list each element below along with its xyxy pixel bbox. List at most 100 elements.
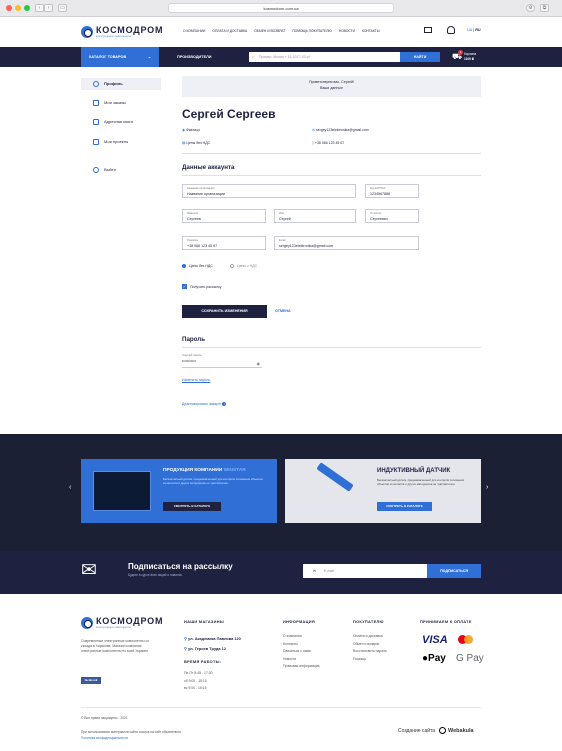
password-section-title: Пароль bbox=[182, 336, 206, 343]
email-field[interactable]: Email sergey123elektronika@gmail.com bbox=[274, 236, 419, 250]
sidebar-item-orders[interactable]: Мои заказы bbox=[81, 97, 161, 109]
forward-icon[interactable]: › bbox=[44, 4, 53, 12]
subscribe-subtitle: Будьте в курсе всех акций и новинок bbox=[128, 573, 182, 577]
first-name-field[interactable]: Имя Сергей bbox=[274, 209, 356, 223]
footer-link[interactable]: Контакты bbox=[283, 641, 320, 649]
promo-card-sensor[interactable]: ИНДУКТИВНЫЙ ДАТЧИК Бесконтактный датчик,… bbox=[285, 459, 481, 523]
subscribe-email-input[interactable]: ✉ E-mail bbox=[303, 564, 427, 578]
nav-help[interactable]: ПОМОЩЬ ПОКУПАТЕЛЮ bbox=[292, 29, 331, 33]
address-bar[interactable]: kosmodrom.com.ua bbox=[168, 3, 394, 13]
surname-field[interactable]: Фамилия Сергеев bbox=[182, 209, 266, 223]
cancel-button[interactable]: ОТМЕНА bbox=[275, 305, 291, 318]
sidebar-item-logout[interactable]: Выйти bbox=[81, 164, 161, 176]
facebook-link[interactable]: facebook bbox=[81, 677, 101, 684]
sensor-image bbox=[316, 462, 354, 492]
share-icon[interactable]: ⧉ bbox=[540, 4, 549, 12]
current-password-field[interactable]: Текущий пароль ••••••••••• ◉ bbox=[182, 354, 262, 368]
account-section-title: Данные аккаунта bbox=[182, 164, 235, 171]
logo-name: КОСМОДРОМ bbox=[96, 25, 164, 35]
mail-icon: ✉ bbox=[313, 569, 316, 573]
footer-logo[interactable]: КОСМОДРОМ электронные компоненты bbox=[81, 616, 163, 629]
logo[interactable]: КОСМОДРОМ электронные компоненты bbox=[81, 25, 163, 38]
producers-link[interactable]: ПРОИЗВОДИТЕЛИ bbox=[177, 47, 212, 67]
catalog-button[interactable]: КАТАЛОГ ТОВАРОВ ⌄ bbox=[81, 47, 159, 67]
divider bbox=[182, 175, 481, 176]
change-password-link[interactable]: Изменить пароль bbox=[182, 378, 210, 382]
envelope-icon: ✉ bbox=[81, 560, 97, 581]
sidebar-item-addresses[interactable]: Адресная книга bbox=[81, 116, 161, 128]
patronymic-field[interactable]: Отчество Сергеевич bbox=[365, 209, 419, 223]
search-input[interactable]: ⌕ Пример: Murata + 15-1007-101pf bbox=[249, 52, 400, 62]
hours-title: ВРЕМЯ РАБОТЫ: bbox=[184, 659, 222, 664]
promo-right-button[interactable]: СМОТРЕТЬ В КАТАЛОГЕ bbox=[377, 502, 432, 511]
address-book-icon bbox=[93, 119, 99, 125]
nav-news[interactable]: НОВОСТИ bbox=[339, 29, 355, 33]
org-name-field[interactable]: Название организации Название организации bbox=[182, 184, 356, 198]
maximize-window-icon[interactable] bbox=[24, 5, 30, 11]
deactivate-account-link[interactable]: Деактивировать аккаунт i bbox=[182, 402, 227, 406]
settings-icon[interactable]: ⚙ bbox=[526, 4, 535, 12]
search-button[interactable]: НАЙТИ bbox=[400, 52, 440, 62]
chevron-down-icon: ⌄ bbox=[147, 55, 151, 59]
subscribe-title: Подписаться на рассылку bbox=[128, 562, 233, 571]
developer-credit[interactable]: Создание сайта Webakula bbox=[398, 727, 474, 734]
nav-payment[interactable]: ОПЛАТА И ДОСТАВКА bbox=[212, 29, 247, 33]
visa-logo: VISA bbox=[422, 634, 448, 646]
eye-icon[interactable]: ◉ bbox=[257, 361, 261, 366]
radio-vat[interactable]: Цены с НДС bbox=[230, 264, 257, 268]
promo-card-winstar[interactable]: ПРОДУКЦИЯ КОМПАНИИ WINSTAR Бесконтактный… bbox=[81, 459, 277, 523]
footer-link[interactable]: Восстановить пароль bbox=[353, 648, 387, 656]
chevron-left-icon[interactable]: ‹ bbox=[69, 484, 71, 491]
sidebar-toggle-icon[interactable]: ▭ bbox=[58, 4, 67, 12]
welcome-box: Приветствуем вас, Сергей! Ваши данные bbox=[182, 76, 481, 97]
newsletter-checkbox[interactable]: ✓ Получать рассылку bbox=[182, 284, 222, 289]
back-icon[interactable]: ‹ bbox=[35, 4, 44, 12]
phone-field[interactable]: Телефон +38 066 123 45 67 bbox=[182, 236, 266, 250]
user-icon[interactable] bbox=[447, 26, 455, 34]
footer-link[interactable]: Правовая информация bbox=[283, 663, 320, 671]
store-2[interactable]: ⚲ ул. Героев Труда 12 bbox=[184, 646, 226, 651]
footer-link[interactable]: Связаться с нами bbox=[283, 648, 320, 656]
phone-icon: ▯ bbox=[312, 141, 314, 145]
edrpou-field[interactable]: Код ЕГРПОУ 1234567888 bbox=[365, 184, 419, 198]
footer-link[interactable]: Новости bbox=[283, 656, 320, 664]
subscribe-button[interactable]: ПОДПИСАТЬСЯ bbox=[427, 564, 481, 578]
promo-left-button[interactable]: СМОТРЕТЬ В КАТАЛОГЕ bbox=[163, 502, 221, 511]
info-icon: i bbox=[222, 402, 227, 406]
buyers-links: Оплата и доставка Обмен и возврат Восста… bbox=[353, 633, 387, 663]
close-window-icon[interactable] bbox=[6, 5, 12, 11]
search-icon: ⌕ bbox=[252, 55, 254, 59]
webakula-logo-icon bbox=[439, 727, 447, 734]
welcome-subtitle: Ваши данные bbox=[320, 85, 343, 90]
user-icon bbox=[93, 81, 99, 87]
stores-title: НАШИ МАГАЗИНЫ bbox=[184, 619, 224, 624]
nav-exchange[interactable]: ОБМЕН И ВОЗВРАТ bbox=[254, 29, 285, 33]
cart-summary[interactable]: Корзина 1100 ₴ bbox=[464, 52, 476, 61]
buyers-title: ПОКУПАТЕЛЮ bbox=[353, 619, 384, 624]
divider bbox=[81, 707, 481, 708]
language-switch[interactable]: UA | RU bbox=[467, 28, 481, 32]
mail-icon[interactable] bbox=[424, 27, 432, 33]
browser-toolbar: ‹ › ▭ kosmodrom.com.ua ⚙ ⧉ bbox=[0, 0, 562, 17]
top-nav: О КОМПАНИИ ОПЛАТА И ДОСТАВКА ОБМЕН И ВОЗВР… bbox=[183, 29, 387, 33]
footer-link[interactable]: Помощь bbox=[353, 656, 387, 664]
legal-note: При использовании материалов сайта ссылк… bbox=[81, 730, 181, 734]
radio-no-vat[interactable]: Цены без НДС bbox=[182, 264, 213, 268]
chevron-right-icon[interactable]: › bbox=[486, 484, 488, 491]
sidebar-item-profile[interactable]: Профиль bbox=[81, 78, 161, 90]
footer-link[interactable]: О компании bbox=[283, 633, 320, 641]
minimize-window-icon[interactable] bbox=[15, 5, 21, 11]
divider bbox=[182, 347, 481, 348]
save-button[interactable]: СОХРАНИТЬ ИЗМЕНЕНИЯ bbox=[182, 305, 267, 318]
projects-icon bbox=[93, 139, 99, 145]
sidebar-item-projects[interactable]: Мои проекты bbox=[81, 136, 161, 148]
nav-contacts[interactable]: КОНТАКТЫ bbox=[362, 29, 380, 33]
info-links: О компании Контакты Связаться с нами Нов… bbox=[283, 633, 320, 671]
logout-icon bbox=[93, 167, 99, 173]
nav-about[interactable]: О КОМПАНИИ bbox=[183, 29, 205, 33]
footer-link[interactable]: Обмен и возврат bbox=[353, 641, 387, 649]
privacy-policy-link[interactable]: Политика конфиденциальности bbox=[81, 736, 128, 740]
footer-link[interactable]: Оплата и доставка bbox=[353, 633, 387, 641]
profile-phone: ▯ +38 066 123 45 67 bbox=[312, 141, 345, 145]
store-1[interactable]: ⚲ ул. Академика Павлова 120 bbox=[184, 636, 241, 641]
